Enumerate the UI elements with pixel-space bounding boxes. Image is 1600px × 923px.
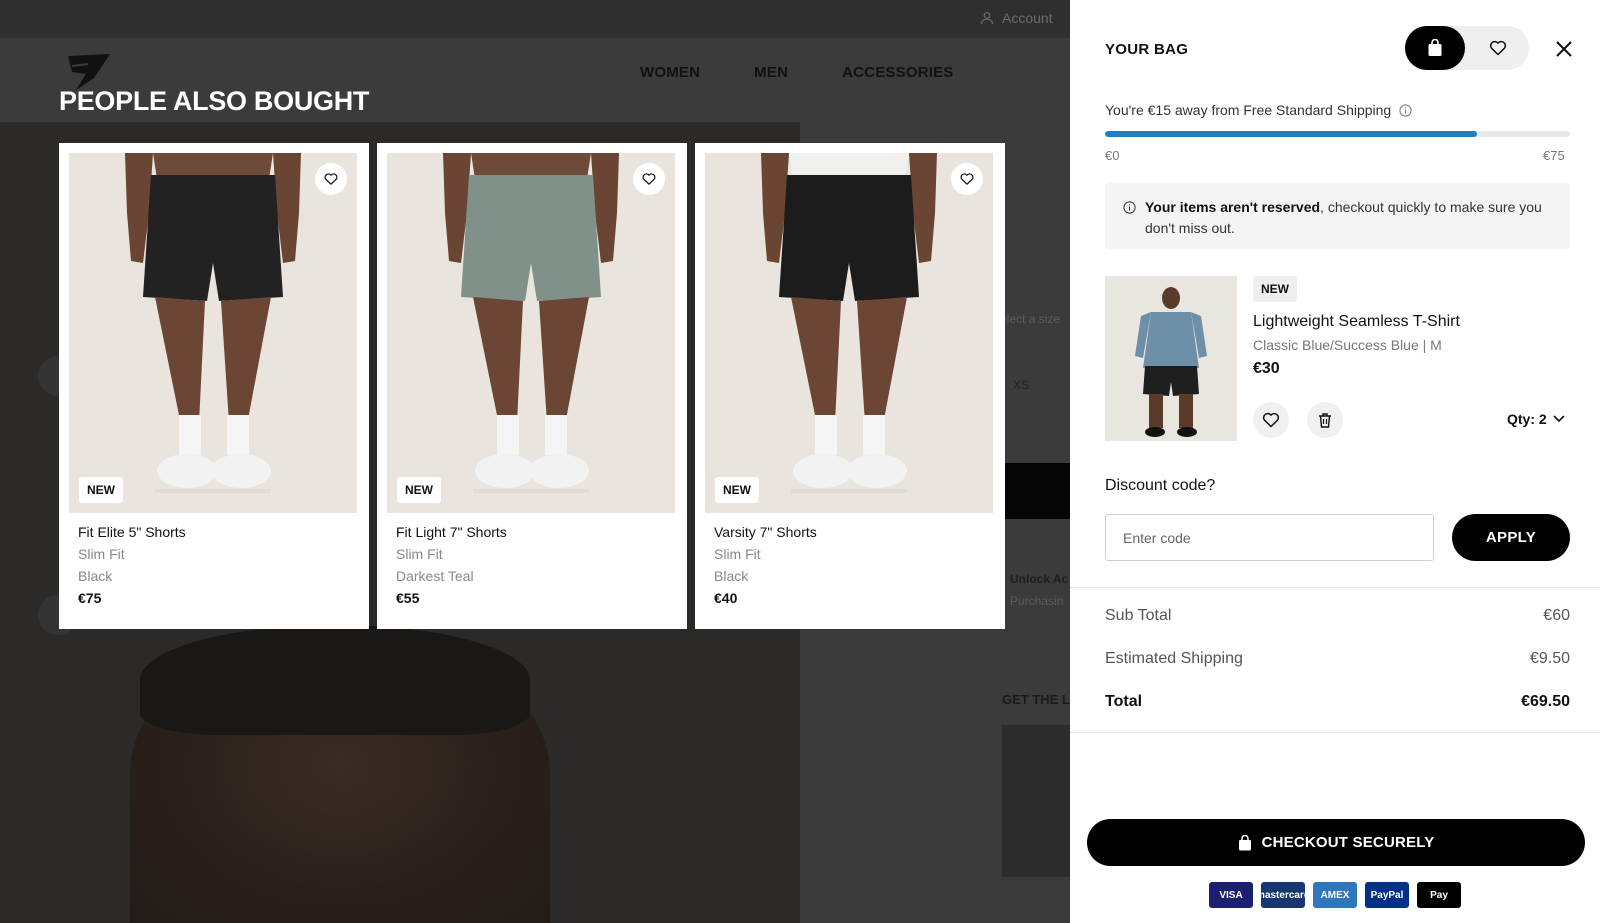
product-photo [69,153,357,513]
product-photo [387,153,675,513]
trash-icon [1319,413,1331,428]
product-fit: Slim Fit [78,546,125,562]
total-label: Total [1105,693,1143,710]
delete-item-button[interactable] [1307,402,1343,438]
shipping-value: €9.50 [1529,650,1570,667]
item-photo [1105,276,1237,441]
wishlist-heart-icon[interactable] [951,163,983,195]
discount-label: Discount code? [1105,477,1216,494]
divider [1070,587,1600,588]
checkout-button[interactable]: CHECKOUT SECURELY [1087,819,1585,866]
product-image[interactable]: NEW [387,153,675,513]
progress-min: €0 [1105,148,1120,163]
close-icon[interactable] [1551,36,1577,62]
nav-women[interactable]: WOMEN [640,64,700,81]
shopping-bag-icon [1238,834,1251,850]
select-size-label: elect a size [1000,312,1061,326]
info-icon [1123,201,1136,214]
chevron-down-icon [1553,415,1565,423]
divider [1070,732,1600,733]
bag-drawer: YOUR BAG You're €15 away from Free Stand… [1070,0,1600,923]
payment-mastercard-icon: mastercard [1256,882,1310,908]
product-price: €40 [714,590,738,606]
bag-tab[interactable] [1405,26,1465,70]
subtotal-label: Sub Total [1105,607,1172,624]
product-image[interactable]: NEW [69,153,357,513]
product-color: Black [714,568,749,584]
shopping-bag-icon [1428,39,1442,56]
product-name[interactable]: Varsity 7" Shorts [714,524,995,540]
product-price: €55 [396,590,420,606]
product-name[interactable]: Fit Elite 5" Shorts [78,524,359,540]
add-to-bag-button[interactable] [1002,463,1070,519]
wishlist-heart-icon[interactable] [315,163,347,195]
account-label: Account [1002,10,1053,26]
get-the-look-thumb[interactable] [1002,725,1070,877]
payment-amex-icon: AMEX [1313,882,1357,908]
product-card[interactable]: NEW Fit Elite 5" Shorts Slim Fit Black €… [59,143,369,629]
shipping-label: Estimated Shipping [1105,650,1243,667]
user-icon [980,12,994,25]
notice-bold-text: Your items aren't reserved [1145,199,1321,215]
product-photo [705,153,993,513]
reservation-notice: Your items aren't reserved, checkout qui… [1105,183,1570,249]
hero-hair [140,625,530,735]
product-card[interactable]: NEW Fit Light 7" Shorts Slim Fit Darkest… [377,143,687,629]
product-fit: Slim Fit [396,546,443,562]
bag-item-image[interactable] [1105,276,1237,441]
new-badge: NEW [79,477,123,503]
people-also-bought-title: PEOPLE ALSO BOUGHT [59,86,370,116]
new-badge: NEW [397,477,441,503]
shipping-row: Estimated Shipping €9.50 [1105,650,1570,668]
product-image[interactable]: NEW [705,153,993,513]
nav-accessories[interactable]: ACCESSORIES [842,64,953,81]
checkout-label: CHECKOUT SECURELY [1261,834,1435,851]
main-nav: WOMEN MEN ACCESSORIES [640,64,954,81]
total-row: Total €69.50 [1105,693,1570,711]
payment-methods: VISA mastercard AMEX PayPal Pay [1209,882,1461,908]
item-price: €30 [1253,360,1280,377]
apply-discount-button[interactable]: APPLY [1452,514,1570,561]
heart-icon [1489,40,1507,56]
quantity-selector[interactable]: Qty: 2 [1507,411,1565,427]
progress-max: €75 [1543,148,1565,163]
product-price: €75 [78,590,102,606]
shipping-progress-fill [1105,131,1477,137]
product-card[interactable]: NEW Varsity 7" Shorts Slim Fit Black €40 [695,143,1005,629]
product-color: Black [78,568,113,584]
heart-icon [1262,412,1280,428]
payment-pay-icon: Pay [1417,882,1461,908]
wishlist-tab[interactable] [1467,26,1529,70]
product-color: Darkest Teal [396,568,474,584]
get-the-look-label: GET THE L [1002,692,1070,707]
product-fit: Slim Fit [714,546,761,562]
shipping-message-text: You're €15 away from Free Standard Shipp… [1105,102,1392,118]
shipping-message: You're €15 away from Free Standard Shipp… [1105,102,1412,118]
purchasing-label: Purchasin [1010,594,1064,608]
bag-wishlist-toggle [1405,26,1529,70]
unlock-label: Unlock Ac [1010,572,1069,586]
subtotal-row: Sub Total €60 [1105,607,1570,625]
quantity-label: Qty: 2 [1507,411,1547,427]
discount-code-input[interactable] [1105,514,1434,561]
product-name[interactable]: Fit Light 7" Shorts [396,524,677,540]
shipping-progress-bar [1105,131,1570,137]
account-link[interactable]: Account [980,10,1053,26]
item-name[interactable]: Lightweight Seamless T-Shirt [1253,313,1460,331]
size-xs[interactable]: XS [1013,378,1029,392]
move-to-wishlist-button[interactable] [1253,402,1289,438]
item-variant: Classic Blue/Success Blue | M [1253,337,1442,353]
info-icon[interactable] [1399,103,1412,117]
total-value: €69.50 [1521,693,1570,710]
top-bar [0,0,1070,38]
subtotal-value: €60 [1543,607,1570,624]
item-new-badge: NEW [1253,276,1297,302]
bag-title: YOUR BAG [1105,41,1189,58]
wishlist-heart-icon[interactable] [633,163,665,195]
nav-men[interactable]: MEN [754,64,788,81]
new-badge: NEW [715,477,759,503]
payment-visa-icon: VISA [1209,882,1253,908]
payment-paypal-icon: PayPal [1365,882,1409,908]
